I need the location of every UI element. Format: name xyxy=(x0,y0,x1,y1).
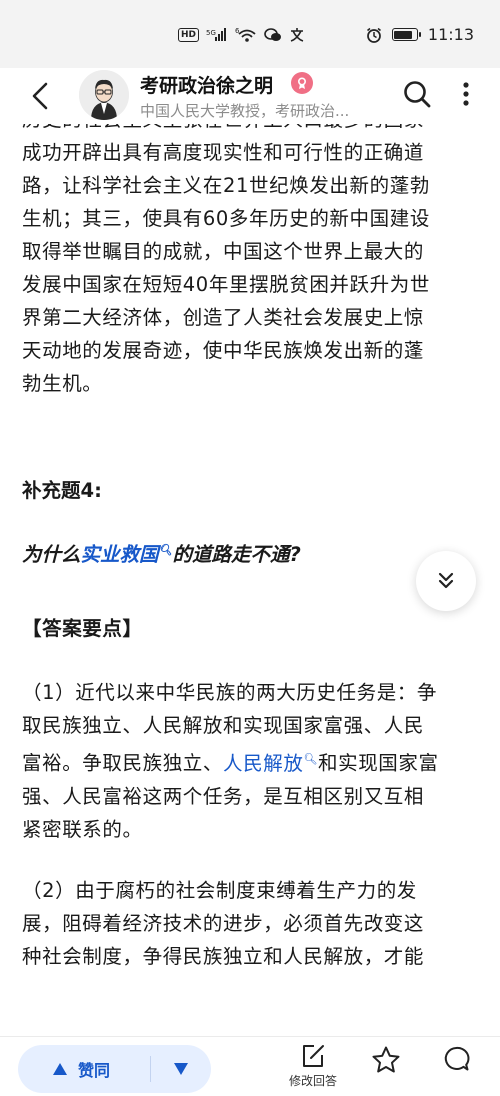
back-button[interactable] xyxy=(22,78,58,114)
status-icons-left: HD 5G 6 xyxy=(178,27,305,43)
comment-button[interactable] xyxy=(442,1045,470,1073)
answer-header: 考研政治徐之明 中国人民大学教授，考研政治... xyxy=(0,68,500,124)
wechat-icon xyxy=(264,27,282,43)
section-title: 补充题4: xyxy=(22,479,102,502)
keyword-link[interactable]: 人民解放🔍︎ xyxy=(223,752,318,775)
edit-answer-label: 修改回答 xyxy=(289,1074,338,1088)
upvote-label: 赞同 xyxy=(78,1061,111,1080)
text-line: 路，让科学社会主义在21世纪焕发出新的蓬勃 xyxy=(22,174,430,197)
more-vertical-icon xyxy=(463,82,469,106)
text-line: 天动地的发展奇迹，使中华民族焕发出新的蓬 xyxy=(22,339,425,362)
star-icon xyxy=(372,1046,400,1073)
text-line: 界第二大经济体，创造了人类社会发展史上惊 xyxy=(22,306,425,329)
text-line: 强、人民富裕这两个任务，是互相区别又互相 xyxy=(22,784,425,808)
answer-heading: 【答案要点】 xyxy=(22,617,143,640)
battery-icon xyxy=(391,28,421,41)
verified-badge-icon xyxy=(291,72,313,94)
status-bar: HD 5G 6 11:13 xyxy=(0,0,500,68)
hd-badge: HD xyxy=(178,28,200,42)
text-line: 取得举世瞩目的成就，中国这个世界上最大的 xyxy=(22,240,425,263)
text-line: 展，阻碍着经济技术的进步，必须首先改变这 xyxy=(22,911,425,935)
partial-text-line: 历史的社会主义主张在世界上人口最多的国家 xyxy=(22,124,482,136)
question-prefix: 为什么 xyxy=(22,543,81,566)
author-description: 中国人民大学教授，考研政治... xyxy=(140,102,350,120)
author-name[interactable]: 考研政治徐之明 xyxy=(140,71,273,98)
text-line: 勃生机。 xyxy=(22,372,103,395)
wifi-icon: 6 xyxy=(235,27,257,43)
edit-answer-button[interactable]: 修改回答 xyxy=(289,1043,337,1089)
answer-content: 历史的社会主义主张在世界上人口最多的国家 成功开辟出具有高度现实性和可行性的正确… xyxy=(22,124,482,973)
bottom-action-bar: 赞同 修改回答 xyxy=(0,1036,500,1096)
triangle-up-icon xyxy=(53,1063,67,1075)
keyword-link[interactable]: 实业救国🔍︎ xyxy=(81,543,173,566)
text-line: 种社会制度，争得民族独立和人民解放，才能 xyxy=(22,944,425,968)
point-2: （2）由于腐朽的社会制度束缚着生产力的发 展，阻碍着经济技术的进步，必须首先改变… xyxy=(22,874,482,973)
text-line: 富裕。争取民族独立、人民解放🔍︎和实现国家富 xyxy=(22,751,439,775)
favorite-button[interactable] xyxy=(371,1045,401,1075)
triangle-down-icon xyxy=(174,1063,188,1075)
question-suffix: 的道路走不通? xyxy=(172,543,301,566)
status-icons-right: 11:13 xyxy=(366,25,474,44)
double-chevron-down-icon xyxy=(438,572,454,589)
more-button[interactable] xyxy=(452,76,480,112)
cellular-signal-icon: 5G xyxy=(206,28,228,42)
text-line: 紧密联系的。 xyxy=(22,817,143,841)
text-line: （2）由于腐朽的社会制度束缚着生产力的发 xyxy=(22,878,417,902)
downvote-button[interactable] xyxy=(151,1045,211,1093)
signal-label: 5G xyxy=(206,29,216,37)
comment-icon xyxy=(444,1046,470,1071)
search-keyword-icon: 🔍︎ xyxy=(158,543,173,557)
avatar[interactable] xyxy=(79,70,129,120)
collapse-answer-button[interactable] xyxy=(416,551,476,611)
alarm-icon xyxy=(366,27,382,43)
search-button[interactable] xyxy=(399,76,435,112)
text-line: 成功开辟出具有高度现实性和可行性的正确道 xyxy=(22,141,425,164)
edit-icon xyxy=(303,1045,324,1067)
clock: 11:13 xyxy=(427,25,474,44)
upvote-button[interactable]: 赞同 xyxy=(18,1045,150,1093)
back-arrow-icon xyxy=(32,82,48,110)
text-line: 生机；其三，使具有60多年历史的新中国建设 xyxy=(22,207,430,230)
translate-icon xyxy=(289,27,305,43)
search-keyword-icon: 🔍︎ xyxy=(303,752,318,765)
search-icon xyxy=(404,81,431,108)
text-line: （1）近代以来中华民族的两大历史任务是：争 xyxy=(22,681,438,704)
paragraph-1: 成功开辟出具有高度现实性和可行性的正确道 路，让科学社会主义在21世纪焕发出新的… xyxy=(22,136,482,400)
text-line: 发展中国家在短短40年里摆脱贫困并跃升为世 xyxy=(22,273,430,296)
text-line: 取民族独立、人民解放和实现国家富强、人民 xyxy=(22,714,425,737)
question-line: 为什么实业救国🔍︎的道路走不通? xyxy=(22,538,482,567)
point-1: （1）近代以来中华民族的两大历史任务是：争 取民族独立、人民解放和实现国家富强、… xyxy=(22,676,482,846)
vote-group: 赞同 xyxy=(18,1045,211,1093)
